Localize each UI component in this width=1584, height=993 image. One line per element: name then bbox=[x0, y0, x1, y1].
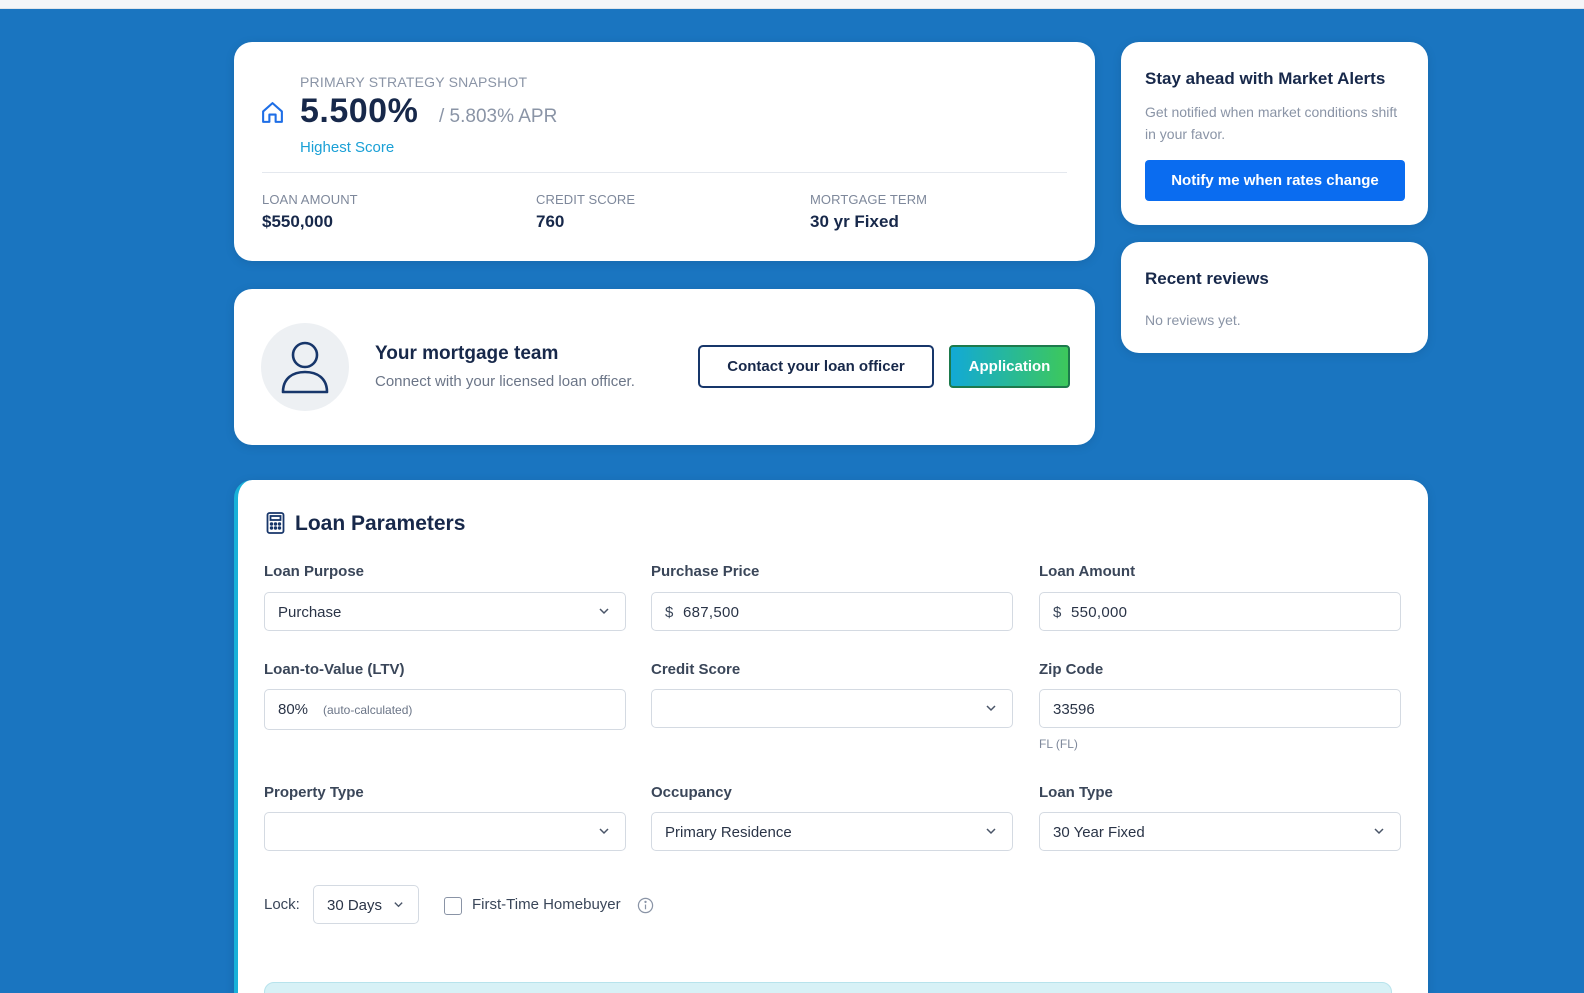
property-type-select[interactable] bbox=[264, 812, 626, 851]
occupancy-value: Primary Residence bbox=[665, 824, 792, 841]
property-type-label: Property Type bbox=[264, 784, 364, 801]
snapshot-apr: / 5.803% APR bbox=[439, 106, 558, 127]
loan-purpose-select[interactable]: Purchase bbox=[264, 592, 626, 631]
calculator-icon bbox=[266, 512, 285, 534]
mortgage-team-card: Your mortgage team Connect with your lic… bbox=[234, 289, 1095, 445]
zip-code-state-hint: FL (FL) bbox=[1039, 737, 1078, 751]
zip-code-input[interactable]: 33596 bbox=[1039, 689, 1401, 728]
ltv-value: 80% bbox=[278, 701, 309, 718]
ltv-hint: (auto-calculated) bbox=[323, 703, 413, 717]
lock-period-select[interactable]: 30 Days bbox=[313, 885, 419, 924]
results-panel-top bbox=[264, 982, 1392, 993]
stat-key: MORTGAGE TERM bbox=[810, 192, 928, 207]
avatar bbox=[261, 323, 349, 411]
chevron-down-icon bbox=[986, 828, 996, 835]
stat-mortgage-term: MORTGAGE TERM 30 yr Fixed bbox=[810, 192, 927, 232]
currency-prefix: $ bbox=[1053, 604, 1062, 621]
chevron-down-icon bbox=[599, 608, 609, 615]
loan-parameters-title: Loan Parameters bbox=[295, 512, 466, 535]
purchase-price-value: 687,500 bbox=[683, 604, 740, 621]
first-time-homebuyer-label[interactable]: First-Time Homebuyer bbox=[472, 896, 621, 913]
stat-value: 30 yr Fixed bbox=[810, 212, 899, 231]
loan-purpose-value: Purchase bbox=[278, 604, 342, 621]
credit-score-select[interactable] bbox=[651, 689, 1013, 728]
stat-key: LOAN AMOUNT bbox=[262, 192, 358, 207]
loan-amount-label: Loan Amount bbox=[1039, 563, 1136, 580]
loan-type-label: Loan Type bbox=[1039, 784, 1113, 801]
loan-amount-input[interactable]: $ 550,000 bbox=[1039, 592, 1401, 631]
team-title: Your mortgage team bbox=[375, 343, 559, 364]
notify-rates-button[interactable]: Notify me when rates change bbox=[1145, 160, 1405, 201]
loan-type-select[interactable]: 30 Year Fixed bbox=[1039, 812, 1401, 851]
market-alerts-card: Stay ahead with Market Alerts Get notifi… bbox=[1121, 42, 1428, 225]
contact-loan-officer-button[interactable]: Contact your loan officer bbox=[698, 345, 934, 388]
ltv-label: Loan-to-Value (LTV) bbox=[264, 661, 405, 678]
loan-type-value: 30 Year Fixed bbox=[1053, 824, 1145, 841]
chevron-down-icon bbox=[394, 902, 403, 908]
loan-purpose-label: Loan Purpose bbox=[264, 563, 365, 580]
occupancy-select[interactable]: Primary Residence bbox=[651, 812, 1013, 851]
stat-loan-amount: LOAN AMOUNT $550,000 bbox=[262, 192, 358, 232]
lock-period-value: 30 Days bbox=[327, 897, 383, 914]
alerts-title: Stay ahead with Market Alerts bbox=[1145, 69, 1386, 88]
team-subtitle: Connect with your licensed loan officer. bbox=[375, 373, 635, 390]
snapshot-divider bbox=[262, 172, 1067, 173]
currency-prefix: $ bbox=[665, 604, 674, 621]
stat-key: CREDIT SCORE bbox=[536, 192, 636, 207]
stat-credit-score: CREDIT SCORE 760 bbox=[536, 192, 635, 232]
reviews-title: Recent reviews bbox=[1145, 269, 1269, 288]
home-icon bbox=[262, 102, 283, 123]
application-button[interactable]: Application bbox=[949, 345, 1070, 388]
credit-score-label: Credit Score bbox=[651, 661, 741, 678]
purchase-price-label: Purchase Price bbox=[651, 563, 760, 580]
snapshot-rate: 5.500% bbox=[300, 92, 419, 130]
alerts-description: Get notified when market conditions shif… bbox=[1145, 104, 1398, 142]
stat-value: 760 bbox=[536, 212, 565, 231]
zip-code-label: Zip Code bbox=[1039, 661, 1104, 678]
chevron-down-icon bbox=[986, 705, 996, 712]
loan-amount-value: 550,000 bbox=[1071, 604, 1128, 621]
purchase-price-input[interactable]: $ 687,500 bbox=[651, 592, 1013, 631]
reviews-empty-text: No reviews yet. bbox=[1145, 312, 1241, 328]
info-icon[interactable] bbox=[637, 897, 654, 914]
browser-top-bar bbox=[0, 0, 1584, 9]
snapshot-label: PRIMARY STRATEGY SNAPSHOT bbox=[300, 74, 528, 90]
stat-value: $550,000 bbox=[262, 212, 333, 231]
snapshot-score-label: Highest Score bbox=[300, 139, 395, 156]
user-icon bbox=[281, 341, 329, 394]
first-time-homebuyer-checkbox[interactable] bbox=[444, 897, 462, 915]
loan-parameters-card: Loan Parameters Loan Purpose Purchase Pu… bbox=[234, 480, 1428, 993]
zip-code-value: 33596 bbox=[1053, 701, 1095, 718]
primary-strategy-snapshot-card: PRIMARY STRATEGY SNAPSHOT 5.500% / 5.803… bbox=[234, 42, 1095, 261]
chevron-down-icon bbox=[1374, 828, 1384, 835]
recent-reviews-card: Recent reviews No reviews yet. bbox=[1121, 242, 1428, 353]
lock-label: Lock: bbox=[264, 896, 300, 913]
occupancy-label: Occupancy bbox=[651, 784, 732, 801]
chevron-down-icon bbox=[599, 828, 609, 835]
ltv-field: 80% (auto-calculated) bbox=[264, 689, 626, 730]
